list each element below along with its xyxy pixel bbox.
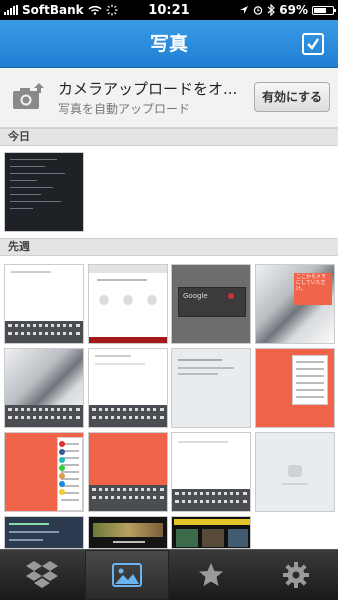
page-title: 写真: [149, 33, 188, 55]
tab-dropbox[interactable]: [0, 550, 85, 600]
wifi-icon: [88, 5, 102, 15]
camera-upload-icon: [13, 83, 44, 109]
dropbox-icon: [26, 561, 59, 588]
section-header-last-week: 先週: [0, 238, 338, 256]
photo-thumbnail[interactable]: [171, 432, 251, 512]
gear-icon: [282, 562, 309, 588]
tab-settings[interactable]: [254, 550, 338, 600]
tab-bar: [0, 549, 338, 600]
photo-thumbnail[interactable]: [4, 152, 84, 232]
photo-thumbnail[interactable]: [88, 516, 168, 549]
location-arrow-icon: [240, 6, 249, 14]
enable-upload-button[interactable]: 有効にする: [254, 82, 330, 112]
photo-thumbnail[interactable]: [255, 348, 335, 428]
tab-photos[interactable]: [84, 550, 169, 600]
bluetooth-icon: [267, 4, 276, 16]
activity-spinner-icon: [106, 4, 118, 16]
photo-thumbnail[interactable]: ここからメモ にしていただ け。: [255, 264, 335, 344]
google-label: Google: [183, 292, 208, 300]
camera-upload-banner: カメラアップロードをオ... 写真を自動アップロード 有効にする: [0, 68, 338, 128]
photo-thumbnail[interactable]: [4, 516, 84, 549]
tab-favorites[interactable]: [169, 550, 254, 600]
navigation-bar: 写真: [0, 20, 338, 68]
photo-thumbnail[interactable]: [4, 264, 84, 344]
upload-banner-subtitle: 写真を自動アップロード: [58, 102, 191, 116]
photo-thumbnail[interactable]: [4, 432, 84, 512]
battery-icon: [312, 5, 336, 15]
checkmark-icon: [307, 38, 319, 50]
status-bar: SoftBank 10:21 69%: [0, 0, 338, 20]
photo-thumbnail[interactable]: [171, 348, 251, 428]
photo-thumbnail[interactable]: [255, 432, 335, 512]
carrier-label: SoftBank: [22, 3, 84, 17]
alarm-clock-icon: [254, 6, 263, 15]
signal-icon: [4, 5, 18, 15]
star-icon: [199, 563, 224, 586]
photos-icon: [111, 563, 142, 587]
photo-thumbnail[interactable]: Google: [171, 264, 251, 344]
photo-thumbnail[interactable]: [88, 432, 168, 512]
photo-thumbnail[interactable]: [88, 348, 168, 428]
memo-note-label: ここからメモ にしていただ け。: [296, 274, 327, 292]
photo-thumbnail[interactable]: [171, 516, 251, 549]
upload-banner-title: カメラアップロードをオ...: [58, 80, 238, 98]
battery-percent: 69%: [279, 3, 308, 17]
photo-thumbnail[interactable]: [88, 264, 168, 344]
select-checkbox-button[interactable]: [302, 33, 324, 55]
photo-thumbnail[interactable]: [4, 348, 84, 428]
section-header-today: 今日: [0, 128, 338, 146]
